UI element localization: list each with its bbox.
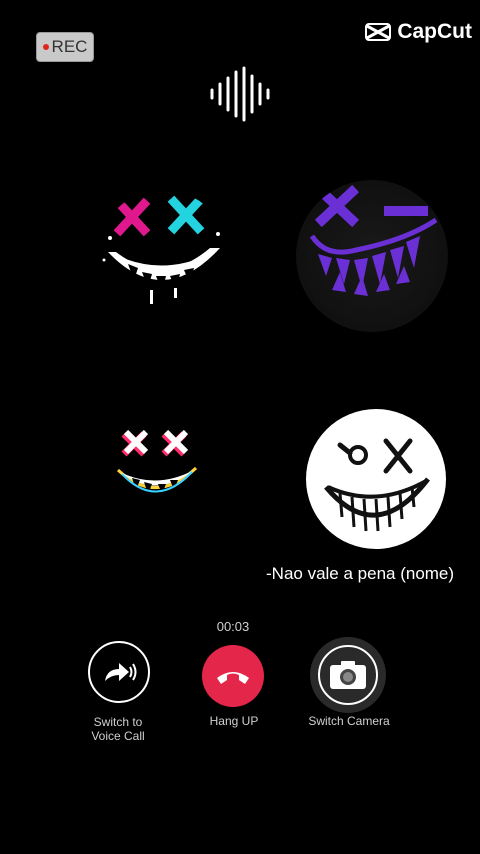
switch-camera-label: Switch Camera: [308, 714, 390, 728]
participant-avatar-1[interactable]: [98, 190, 228, 318]
camera-icon: [330, 661, 366, 689]
capcut-label: CapCut: [397, 20, 472, 43]
switch-camera-button[interactable]: [310, 637, 386, 713]
ox-grin-smiley-avatar: [324, 438, 430, 532]
caller-name: -Nao vale a pena (nome): [266, 564, 455, 583]
record-dot-icon: [42, 44, 49, 50]
participant-avatar-2[interactable]: [296, 180, 448, 332]
phone-hangup-icon: [217, 672, 249, 684]
switch-camera-ring: [318, 645, 378, 705]
participant-avatar-3[interactable]: [108, 414, 208, 514]
participant-avatar-4[interactable]: [306, 409, 446, 549]
rec-label: REC: [51, 37, 88, 56]
switch-to-voice-call-label: Switch to Voice Call: [70, 715, 166, 743]
switch-to-voice-call-button[interactable]: [88, 641, 150, 703]
xx-eyes-neon-smiley-avatar: [102, 195, 220, 304]
purple-wink-smiley-avatar: [309, 184, 438, 296]
switch-to-voice-call-label-line1: Switch to: [93, 715, 143, 729]
capcut-watermark: CapCut: [365, 20, 472, 44]
glitch-xx-smiley-avatar: [116, 429, 198, 494]
call-timer: 00:03: [216, 619, 250, 634]
switch-to-voice-call-label-line2: Voice Call: [91, 729, 145, 743]
hang-up-label: Hang UP: [209, 714, 259, 728]
rec-badge: REC: [36, 32, 94, 62]
forward-call-icon: [105, 663, 137, 681]
sound-wave-icon: [210, 66, 270, 122]
capcut-logo-icon: [365, 23, 392, 41]
hang-up-button[interactable]: [202, 645, 264, 707]
